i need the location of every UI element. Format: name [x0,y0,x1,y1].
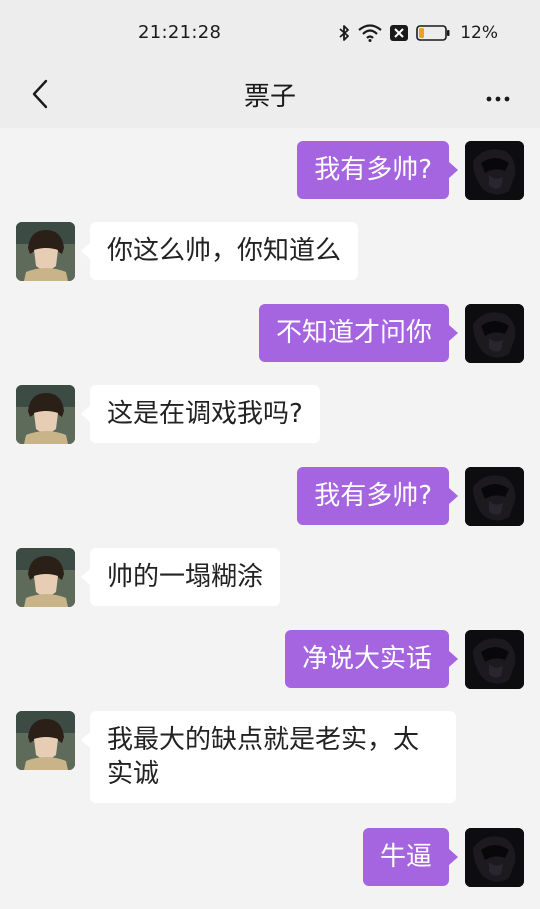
my-avatar[interactable] [465,630,524,689]
my-avatar[interactable] [465,828,524,887]
chat-title: 票子 [243,82,296,112]
no-sim-icon [390,25,409,41]
message-bubble[interactable]: 帅的一塌糊涂 [80,548,281,606]
contact-avatar[interactable] [16,385,75,444]
my-avatar[interactable] [465,304,524,363]
message-bubble[interactable]: 牛逼 [362,828,459,886]
message-list[interactable]: 我有多帅? 你这么帅，你知道么 不知道才问你 这是在调戏我吗? 我有多帅? 帅的… [0,128,540,909]
more-options-button[interactable] [478,78,518,114]
message-bubble[interactable]: 这是在调戏我吗? [81,385,320,443]
status-bar: 21:21:28 12% [0,0,540,64]
wifi-icon [358,24,382,42]
my-avatar[interactable] [465,141,524,200]
message-bubble[interactable]: 你这么帅，你知道么 [80,222,359,280]
message-bubble[interactable]: 净说大实话 [284,630,459,688]
bluetooth-icon [338,24,350,42]
contact-avatar[interactable] [16,548,75,607]
battery-icon [416,25,450,41]
more-dots-icon [486,87,510,106]
chat-header: 票子 [0,64,540,128]
my-avatar[interactable] [465,467,524,526]
message-bubble[interactable]: 不知道才问你 [258,304,459,362]
status-icons: 12% [338,22,498,44]
battery-percent: 12% [460,23,498,43]
message-bubble[interactable]: 我有多帅? [297,467,458,525]
message-bubble[interactable]: 我有多帅? [297,141,458,199]
status-time: 21:21:28 [138,22,222,43]
contact-avatar[interactable] [16,711,75,770]
message-bubble[interactable]: 我最大的缺点就是老实，太实诚 [81,711,456,803]
contact-avatar[interactable] [16,222,75,281]
